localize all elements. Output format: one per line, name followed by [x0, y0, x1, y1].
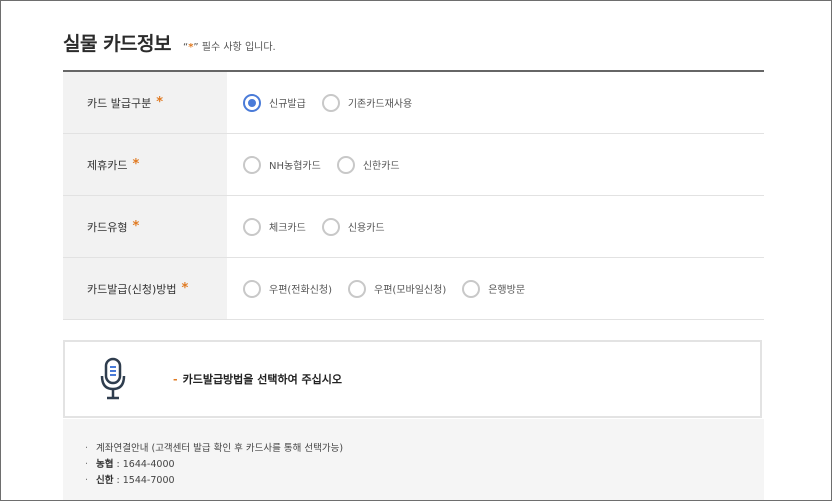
radio-group-issue-type: 신규발급 기존카드재사용	[227, 72, 428, 133]
required-note: “*” 필수 사항 입니다.	[183, 42, 276, 53]
radio-button[interactable]	[243, 155, 261, 174]
radio-option-mail-phone[interactable]: 우편(전화신청)	[243, 279, 332, 298]
guidance-message: - 카드발급방법을 선택하여 주십시오	[173, 373, 343, 386]
radio-group-card-type: 체크카드 신용카드	[227, 196, 401, 257]
radio-button[interactable]	[243, 217, 261, 236]
form-label: 카드발급(신청)방법 *	[63, 258, 227, 319]
required-asterisk: *	[132, 219, 140, 234]
radio-option-check-card[interactable]: 체크카드	[243, 217, 306, 236]
required-asterisk: *	[181, 281, 189, 296]
form-label: 카드 발급구분 *	[63, 72, 227, 133]
card-info-form: 카드 발급구분 * 신규발급 기존카드재사용 제휴카드 * NH농협카드 신한카드 …	[63, 70, 764, 320]
page-title: 실물 카드정보	[63, 33, 172, 55]
radio-button[interactable]	[243, 279, 261, 298]
contact-info-panel: · 계좌연결안내 (고객센터 발급 확인 후 카드사를 통해 선택가능) · 농협 …	[63, 419, 764, 500]
radio-option-reuse-card[interactable]: 기존카드재사용	[321, 93, 412, 112]
radio-button[interactable]	[336, 155, 355, 174]
form-row-partner-card: 제휴카드 * NH농협카드 신한카드	[63, 134, 764, 196]
radio-option-new-issue[interactable]: 신규발급	[243, 93, 306, 112]
form-row-card-type: 카드유형 * 체크카드 신용카드	[63, 196, 764, 258]
required-asterisk: *	[132, 157, 140, 172]
info-line-account: · 계좌연결안내 (고객센터 발급 확인 후 카드사를 통해 선택가능)	[85, 443, 344, 454]
radio-group-partner-card: NH농협카드 신한카드	[227, 134, 416, 195]
radio-button[interactable]	[348, 279, 367, 298]
form-row-issue-method: 카드발급(신청)방법 * 우편(전화신청) 우편(모바일신청) 은행방문	[63, 258, 764, 320]
form-label: 제휴카드 *	[63, 134, 227, 195]
radio-button[interactable]	[243, 93, 261, 112]
info-line-nh: · 농협 : 1644-4000	[85, 459, 175, 470]
radio-option-credit-card[interactable]: 신용카드	[321, 217, 385, 236]
radio-button[interactable]	[321, 93, 340, 112]
page-frame: 실물 카드정보 “*” 필수 사항 입니다. 카드 발급구분 * 신규발급 기존카…	[0, 0, 832, 501]
microphone-icon	[100, 357, 126, 400]
radio-button[interactable]	[321, 217, 340, 236]
radio-option-bank-visit[interactable]: 은행방문	[462, 279, 525, 298]
form-label: 카드유형 *	[63, 196, 227, 257]
required-asterisk: *	[156, 95, 164, 110]
radio-group-issue-method: 우편(전화신청) 우편(모바일신청) 은행방문	[227, 258, 541, 319]
radio-button[interactable]	[462, 279, 481, 298]
section-header: 실물 카드정보 “*” 필수 사항 입니다.	[63, 29, 276, 56]
form-row-issue-type: 카드 발급구분 * 신규발급 기존카드재사용	[63, 72, 764, 134]
radio-option-shinhan-card[interactable]: 신한카드	[336, 155, 400, 174]
radio-option-nh-card[interactable]: NH농협카드	[243, 155, 321, 174]
radio-option-mail-mobile[interactable]: 우편(모바일신청)	[348, 279, 446, 298]
guidance-box: - 카드발급방법을 선택하여 주십시오	[63, 340, 762, 418]
info-line-shinhan: · 신한 : 1544-7000	[85, 475, 175, 486]
